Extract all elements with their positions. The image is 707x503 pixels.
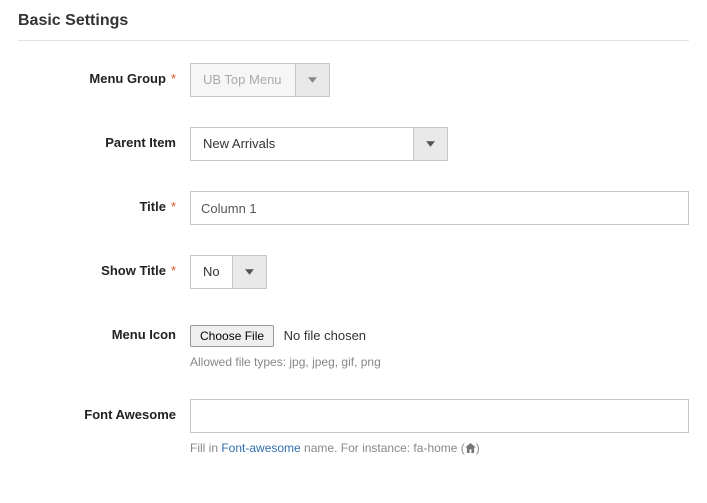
- required-mark: *: [171, 263, 176, 278]
- show-title-toggle[interactable]: [232, 256, 266, 288]
- choose-file-button[interactable]: Choose File: [190, 325, 274, 347]
- show-title-value: No: [191, 256, 232, 288]
- row-font-awesome: Font Awesome Fill in Font-awesome name. …: [18, 399, 689, 456]
- chevron-down-icon: [426, 141, 435, 147]
- label-parent-item: Parent Item: [18, 127, 184, 150]
- file-status: No file chosen: [284, 328, 366, 343]
- menu-group-toggle: [295, 64, 329, 96]
- section-title: Basic Settings: [18, 12, 689, 41]
- label-text: Font Awesome: [84, 407, 176, 422]
- hint-text: name. For instance: fa-home (: [301, 441, 465, 455]
- parent-item-select[interactable]: New Arrivals: [190, 127, 448, 161]
- row-menu-icon: Menu Icon Choose File No file chosen All…: [18, 319, 689, 369]
- label-font-awesome: Font Awesome: [18, 399, 184, 422]
- label-title: Title *: [18, 191, 184, 214]
- font-awesome-input[interactable]: [190, 399, 689, 433]
- label-menu-icon: Menu Icon: [18, 319, 184, 342]
- title-input[interactable]: [190, 191, 689, 225]
- label-text: Parent Item: [105, 135, 176, 150]
- label-text: Title: [139, 199, 166, 214]
- home-icon: [465, 442, 476, 456]
- menu-icon-hint: Allowed file types: jpg, jpeg, gif, png: [190, 355, 689, 369]
- label-show-title: Show Title *: [18, 255, 184, 278]
- required-mark: *: [171, 199, 176, 214]
- parent-item-value: New Arrivals: [191, 128, 413, 160]
- menu-group-select: UB Top Menu: [190, 63, 330, 97]
- hint-text: Fill in: [190, 441, 221, 455]
- row-parent-item: Parent Item New Arrivals: [18, 127, 689, 161]
- chevron-down-icon: [308, 77, 317, 83]
- label-text: Menu Icon: [112, 327, 176, 342]
- required-mark: *: [171, 71, 176, 86]
- hint-text: ): [476, 441, 480, 455]
- label-menu-group: Menu Group *: [18, 63, 184, 86]
- font-awesome-link[interactable]: Font-awesome: [221, 441, 300, 455]
- label-text: Menu Group: [89, 71, 166, 86]
- show-title-select[interactable]: No: [190, 255, 267, 289]
- row-menu-group: Menu Group * UB Top Menu: [18, 63, 689, 97]
- parent-item-toggle[interactable]: [413, 128, 447, 160]
- menu-group-value: UB Top Menu: [191, 64, 295, 96]
- font-awesome-hint: Fill in Font-awesome name. For instance:…: [190, 441, 689, 456]
- label-text: Show Title: [101, 263, 166, 278]
- chevron-down-icon: [245, 269, 254, 275]
- row-show-title: Show Title * No: [18, 255, 689, 289]
- row-title: Title *: [18, 191, 689, 225]
